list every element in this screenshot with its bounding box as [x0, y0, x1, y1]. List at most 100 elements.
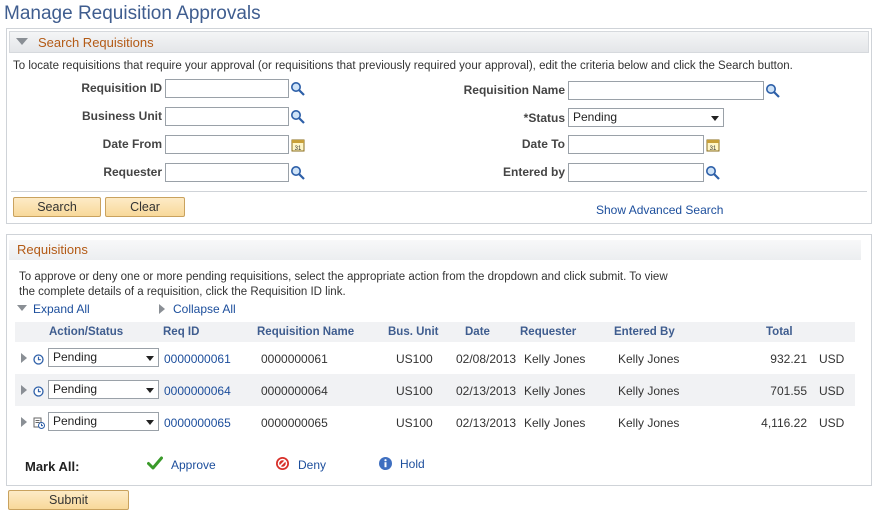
requisition-id-label: Requisition ID	[81, 81, 162, 95]
currency-cell: USD	[819, 352, 845, 366]
search-button[interactable]: Search	[13, 197, 101, 217]
submit-button[interactable]: Submit	[8, 490, 129, 510]
action-select-value: Pending	[53, 350, 98, 364]
column-header-requisition-name[interactable]: Requisition Name	[257, 326, 354, 338]
requisition-name-cell: 0000000065	[261, 416, 328, 430]
row-expand-icon[interactable]	[21, 417, 27, 427]
checkmark-icon[interactable]	[147, 456, 163, 470]
lookup-icon[interactable]	[290, 165, 306, 181]
deny-icon[interactable]	[275, 456, 290, 471]
requester-label: Requester	[103, 165, 162, 179]
requisition-name-label: Requisition Name	[463, 83, 565, 97]
column-header-requester[interactable]: Requester	[520, 326, 576, 338]
divider	[11, 191, 867, 192]
column-header-date[interactable]: Date	[465, 326, 490, 338]
document-clock-icon	[33, 417, 45, 429]
req-id-link[interactable]: 0000000064	[164, 384, 231, 398]
requisitions-instructions: To approve or deny one or more pending r…	[19, 270, 729, 300]
collapse-all-link[interactable]: Collapse All	[173, 302, 236, 316]
action-select-value: Pending	[53, 414, 98, 428]
table-row: Pending 0000000064 0000000064 US100 02/1…	[15, 374, 855, 406]
calendar-icon[interactable]: 31	[706, 138, 720, 152]
date-cell: 02/08/2013	[456, 352, 517, 366]
action-select-value: Pending	[53, 382, 98, 396]
requisition-name-cell: 0000000064	[261, 384, 328, 398]
requisition-name-cell: 0000000061	[261, 352, 328, 366]
bus-unit-cell: US100	[396, 384, 433, 398]
show-advanced-search-link[interactable]: Show Advanced Search	[596, 203, 723, 217]
date-from-label: Date From	[102, 137, 162, 151]
entered-by-label: Entered by	[502, 165, 565, 179]
svg-text:31: 31	[710, 146, 717, 152]
requisitions-title: Requisitions	[17, 242, 88, 257]
lookup-icon[interactable]	[765, 83, 781, 99]
dropdown-arrow-icon	[146, 420, 154, 425]
collapse-all-icon[interactable]	[159, 304, 165, 314]
action-select[interactable]: Pending	[48, 348, 159, 367]
entered-by-cell: Kelly Jones	[618, 352, 680, 366]
info-icon[interactable]	[378, 456, 393, 471]
search-requisitions-header[interactable]: Search Requisitions	[9, 31, 869, 53]
expand-all-icon[interactable]	[17, 305, 27, 311]
row-expand-icon[interactable]	[21, 385, 27, 395]
column-header-total[interactable]: Total	[766, 326, 793, 338]
action-select[interactable]: Pending	[48, 412, 159, 431]
approve-all-link[interactable]: Approve	[171, 458, 216, 472]
lookup-icon[interactable]	[290, 109, 306, 125]
clock-icon	[33, 354, 44, 365]
currency-cell: USD	[819, 384, 845, 398]
collapse-triangle-icon[interactable]	[16, 38, 28, 45]
currency-cell: USD	[819, 416, 845, 430]
requester-cell: Kelly Jones	[524, 384, 586, 398]
deny-all-link[interactable]: Deny	[298, 458, 326, 472]
date-to-input[interactable]	[568, 135, 704, 154]
column-header-bus-unit[interactable]: Bus. Unit	[388, 326, 438, 338]
column-header-action-status: Action/Status	[49, 326, 124, 338]
page-title: Manage Requisition Approvals	[4, 3, 261, 24]
req-id-link[interactable]: 0000000061	[164, 352, 231, 366]
status-select[interactable]: Pending	[568, 108, 724, 127]
expand-all-link[interactable]: Expand All	[33, 302, 90, 316]
calendar-icon[interactable]: 31	[291, 138, 305, 152]
req-id-link[interactable]: 0000000065	[164, 416, 231, 430]
bus-unit-cell: US100	[396, 416, 433, 430]
action-select[interactable]: Pending	[48, 380, 159, 399]
requester-input[interactable]	[165, 163, 289, 182]
requisitions-table-header: Action/Status Req ID Requisition Name Bu…	[15, 322, 855, 342]
requester-cell: Kelly Jones	[524, 352, 586, 366]
clear-button[interactable]: Clear	[105, 197, 185, 217]
row-expand-icon[interactable]	[21, 353, 27, 363]
date-from-input[interactable]	[165, 135, 289, 154]
dropdown-arrow-icon	[146, 388, 154, 393]
entered-by-input[interactable]	[568, 163, 704, 182]
date-to-label: Date To	[521, 137, 565, 151]
requisition-name-input[interactable]	[568, 81, 764, 100]
column-header-req-id[interactable]: Req ID	[163, 326, 199, 338]
business-unit-input[interactable]	[165, 107, 289, 126]
search-requisitions-title: Search Requisitions	[38, 35, 154, 50]
status-label: *Status	[523, 111, 565, 125]
status-select-value: Pending	[573, 110, 618, 124]
entered-by-cell: Kelly Jones	[618, 416, 680, 430]
lookup-icon[interactable]	[705, 165, 721, 181]
requisitions-header: Requisitions	[9, 240, 861, 260]
lookup-icon[interactable]	[290, 81, 306, 97]
total-cell: 701.55	[770, 384, 807, 398]
date-cell: 02/13/2013	[456, 384, 517, 398]
hold-all-link[interactable]: Hold	[400, 457, 425, 471]
instructions-line-2: the complete details of a requisition, c…	[19, 286, 346, 298]
search-instructions: To locate requisitions that require your…	[13, 60, 793, 72]
instructions-line-1: To approve or deny one or more pending r…	[19, 271, 668, 283]
requisition-id-input[interactable]	[165, 79, 289, 98]
search-requisitions-panel: Search Requisitions To locate requisitio…	[6, 28, 872, 224]
column-header-entered-by[interactable]: Entered By	[614, 326, 675, 338]
total-cell: 4,116.22	[761, 416, 807, 430]
table-row: Pending 0000000061 0000000061 US100 02/0…	[15, 342, 855, 374]
dropdown-arrow-icon	[711, 116, 719, 121]
clock-icon	[33, 386, 44, 397]
total-cell: 932.21	[770, 352, 807, 366]
dropdown-arrow-icon	[146, 356, 154, 361]
date-cell: 02/13/2013	[456, 416, 517, 430]
business-unit-label: Business Unit	[81, 109, 162, 123]
mark-all-label: Mark All:	[25, 459, 80, 474]
